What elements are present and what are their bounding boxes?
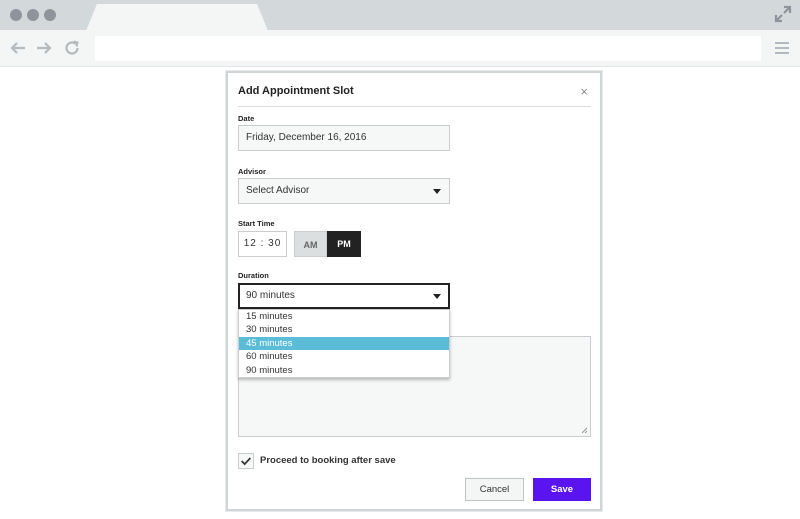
title-divider: [238, 106, 591, 107]
forward-arrow-icon[interactable]: [35, 39, 53, 57]
date-field[interactable]: Friday, December 16, 2016: [238, 125, 450, 151]
date-label: Date: [238, 114, 255, 123]
duration-dropdown-list: 15 minutes 30 minutes 45 minutes 60 minu…: [238, 309, 450, 378]
browser-tab[interactable]: [86, 4, 268, 31]
close-icon[interactable]: ×: [580, 85, 588, 99]
duration-select-value: 90 minutes: [246, 290, 295, 301]
expand-icon[interactable]: [774, 5, 792, 23]
resize-grip-icon[interactable]: [581, 427, 588, 434]
proceed-checkbox[interactable]: [238, 453, 254, 469]
chevron-down-icon: [433, 294, 441, 299]
dropdown-option-45[interactable]: 45 minutes: [239, 336, 449, 351]
start-time-label: Start Time: [238, 219, 275, 228]
advisor-select-value: Select Advisor: [246, 185, 310, 196]
proceed-checkbox-label: Proceed to booking after save: [260, 455, 396, 466]
reload-icon[interactable]: [63, 39, 81, 57]
advisor-select[interactable]: Select Advisor: [238, 178, 450, 204]
chevron-down-icon: [433, 189, 441, 194]
checkmark-icon: [241, 457, 252, 466]
dialog-title: Add Appointment Slot: [238, 85, 354, 97]
pm-toggle-button[interactable]: PM: [327, 231, 361, 257]
window-dot-icon[interactable]: [44, 9, 56, 21]
advisor-label: Advisor: [238, 167, 266, 176]
dropdown-option-15[interactable]: 15 minutes: [239, 310, 449, 323]
hamburger-menu-icon[interactable]: [774, 40, 790, 56]
duration-label: Duration: [238, 271, 269, 280]
add-appointment-dialog: Add Appointment Slot × Date Friday, Dece…: [226, 71, 602, 511]
start-time-input[interactable]: 12 : 30: [238, 231, 287, 257]
cancel-button[interactable]: Cancel: [465, 478, 524, 501]
window-dot-icon[interactable]: [27, 9, 39, 21]
dropdown-option-90[interactable]: 90 minutes: [239, 364, 449, 377]
dropdown-option-60[interactable]: 60 minutes: [239, 350, 449, 363]
am-toggle-button[interactable]: AM: [294, 231, 327, 257]
duration-select[interactable]: 90 minutes: [238, 283, 450, 309]
save-button[interactable]: Save: [533, 478, 591, 501]
back-arrow-icon[interactable]: [9, 39, 27, 57]
window-dot-icon[interactable]: [10, 9, 22, 21]
address-bar[interactable]: [95, 36, 761, 61]
dropdown-option-30[interactable]: 30 minutes: [239, 323, 449, 336]
